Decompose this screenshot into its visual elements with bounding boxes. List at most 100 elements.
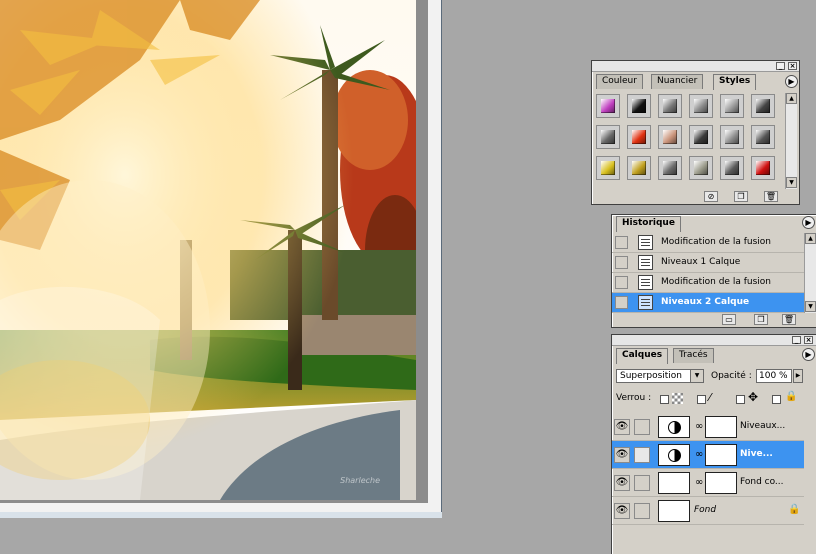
trash-icon[interactable]: 🗑: [764, 191, 778, 202]
style-swatch[interactable]: [751, 94, 775, 118]
new-document-from-state-icon[interactable]: ▭: [722, 314, 736, 325]
style-swatch[interactable]: [627, 125, 651, 149]
history-item[interactable]: Modification de la fusion: [612, 273, 804, 293]
layers-palette: _ × Calques Tracés ▶ Superposition ▼ Opa…: [611, 334, 816, 554]
style-swatch[interactable]: [751, 156, 775, 180]
palette-titlebar[interactable]: _ ×: [612, 335, 816, 346]
gray-bevel-style-icon: [663, 99, 677, 113]
scroll-down-icon[interactable]: ▼: [805, 301, 816, 312]
history-palette: Historique ▶ Modification de la fusion N…: [611, 214, 816, 328]
clear-style-icon[interactable]: ⊘: [704, 191, 718, 202]
slate-style-icon: [663, 161, 677, 175]
eye-icon[interactable]: 👁: [614, 447, 630, 463]
history-snapshot-checkbox[interactable]: [615, 276, 628, 289]
lock-transparency-checkbox[interactable]: [660, 395, 669, 404]
eye-icon[interactable]: 👁: [614, 503, 630, 519]
new-snapshot-icon[interactable]: ❐: [754, 314, 768, 325]
layer-mask-thumbnail[interactable]: [705, 472, 737, 494]
style-swatch[interactable]: [596, 156, 620, 180]
opacity-input[interactable]: 100 %: [756, 369, 792, 383]
style-swatch[interactable]: [658, 94, 682, 118]
styles-scrollbar[interactable]: ▲ ▼: [785, 93, 797, 189]
black-style-icon: [632, 99, 646, 113]
photo-canvas[interactable]: Sharleche: [0, 0, 416, 500]
tab-historique[interactable]: Historique: [616, 216, 681, 232]
lock-position-checkbox[interactable]: [736, 395, 745, 404]
watermark-text: Sharleche: [340, 476, 380, 485]
style-swatch[interactable]: [627, 94, 651, 118]
style-swatch[interactable]: [689, 94, 713, 118]
style-swatch[interactable]: [658, 156, 682, 180]
scroll-down-icon[interactable]: ▼: [786, 177, 797, 188]
layer-row[interactable]: 👁 Fond 🔒: [612, 497, 804, 525]
layer-mask-thumbnail[interactable]: [705, 416, 737, 438]
lock-all-checkbox[interactable]: [772, 395, 781, 404]
history-snapshot-checkbox[interactable]: [615, 296, 628, 309]
transparency-icon: [672, 393, 683, 404]
tab-couleur[interactable]: Couleur: [596, 74, 643, 89]
texture-style-icon: [756, 99, 770, 113]
palette-titlebar[interactable]: _ ×: [592, 61, 799, 72]
chain-link-icon: ∞: [695, 421, 704, 432]
history-item-selected[interactable]: Niveaux 2 Calque: [612, 293, 804, 313]
styles-tabs: Couleur Nuancier Styles: [592, 74, 799, 90]
tab-traces[interactable]: Tracés: [673, 348, 714, 363]
layer-link-toggle[interactable]: [634, 503, 650, 519]
style-swatch[interactable]: [596, 125, 620, 149]
style-swatch[interactable]: [720, 156, 744, 180]
gray-bevel-style-icon: [694, 99, 708, 113]
history-item-label: Niveaux 1 Calque: [661, 257, 741, 267]
chevron-down-icon: ▼: [690, 370, 703, 382]
close-icon[interactable]: ×: [804, 336, 813, 344]
eye-icon[interactable]: 👁: [614, 475, 630, 491]
history-item[interactable]: Niveaux 1 Calque: [612, 253, 804, 273]
history-snapshot-checkbox[interactable]: [615, 236, 628, 249]
blend-mode-select[interactable]: Superposition ▼: [616, 369, 704, 383]
style-swatch[interactable]: [658, 125, 682, 149]
style-swatch[interactable]: [720, 94, 744, 118]
scroll-up-icon[interactable]: ▲: [805, 233, 816, 244]
scroll-up-icon[interactable]: ▲: [786, 93, 797, 104]
style-swatch[interactable]: [627, 156, 651, 180]
layer-row[interactable]: 👁 ∞ Niveaux...: [612, 413, 804, 441]
history-step-icon: [638, 295, 653, 310]
layer-row-selected[interactable]: 👁 ∞ Nive...: [612, 441, 804, 469]
style-swatch[interactable]: [720, 125, 744, 149]
layer-link-toggle[interactable]: [634, 475, 650, 491]
tab-nuancier[interactable]: Nuancier: [651, 74, 704, 89]
palette-menu-arrow-icon[interactable]: ▶: [802, 216, 815, 229]
layer-mask-thumbnail[interactable]: [705, 444, 737, 466]
layer-name: Niveaux...: [740, 421, 786, 431]
layer-row[interactable]: 👁 ∞ Fond co...: [612, 469, 804, 497]
brush-active-indicator-icon[interactable]: [634, 447, 650, 463]
background-layer-thumbnail: [658, 500, 690, 522]
eye-icon[interactable]: 👁: [614, 419, 630, 435]
move-icon: ✥: [748, 390, 759, 404]
chain-link-icon: ∞: [695, 449, 704, 460]
close-icon[interactable]: ×: [788, 62, 797, 70]
rainbow-style-icon: [601, 99, 615, 113]
palette-menu-arrow-icon[interactable]: ▶: [785, 75, 798, 88]
style-swatch[interactable]: [689, 125, 713, 149]
history-scrollbar[interactable]: ▲ ▼: [804, 233, 816, 313]
styles-palette: _ × Couleur Nuancier Styles ▶ ▲ ▼ ⊘ ❐ 🗑: [591, 60, 800, 205]
history-step-icon: [638, 235, 653, 250]
history-item[interactable]: Modification de la fusion: [612, 233, 804, 253]
gold-style-icon: [632, 161, 646, 175]
history-snapshot-checkbox[interactable]: [615, 256, 628, 269]
trash-icon[interactable]: 🗑: [782, 314, 796, 325]
opacity-slider-icon[interactable]: ▶: [793, 369, 803, 383]
layer-name: Nive...: [740, 449, 773, 459]
minimize-icon[interactable]: _: [776, 62, 785, 70]
style-swatch[interactable]: [689, 156, 713, 180]
style-swatch[interactable]: [751, 125, 775, 149]
tab-styles[interactable]: Styles: [713, 74, 757, 90]
photo-layer-thumbnail: [658, 472, 690, 494]
lock-pixels-checkbox[interactable]: [697, 395, 706, 404]
new-style-icon[interactable]: ❐: [734, 191, 748, 202]
palette-menu-arrow-icon[interactable]: ▶: [802, 348, 815, 361]
tab-calques[interactable]: Calques: [616, 348, 669, 364]
layer-link-toggle[interactable]: [634, 419, 650, 435]
minimize-icon[interactable]: _: [792, 336, 801, 344]
style-swatch[interactable]: [596, 94, 620, 118]
